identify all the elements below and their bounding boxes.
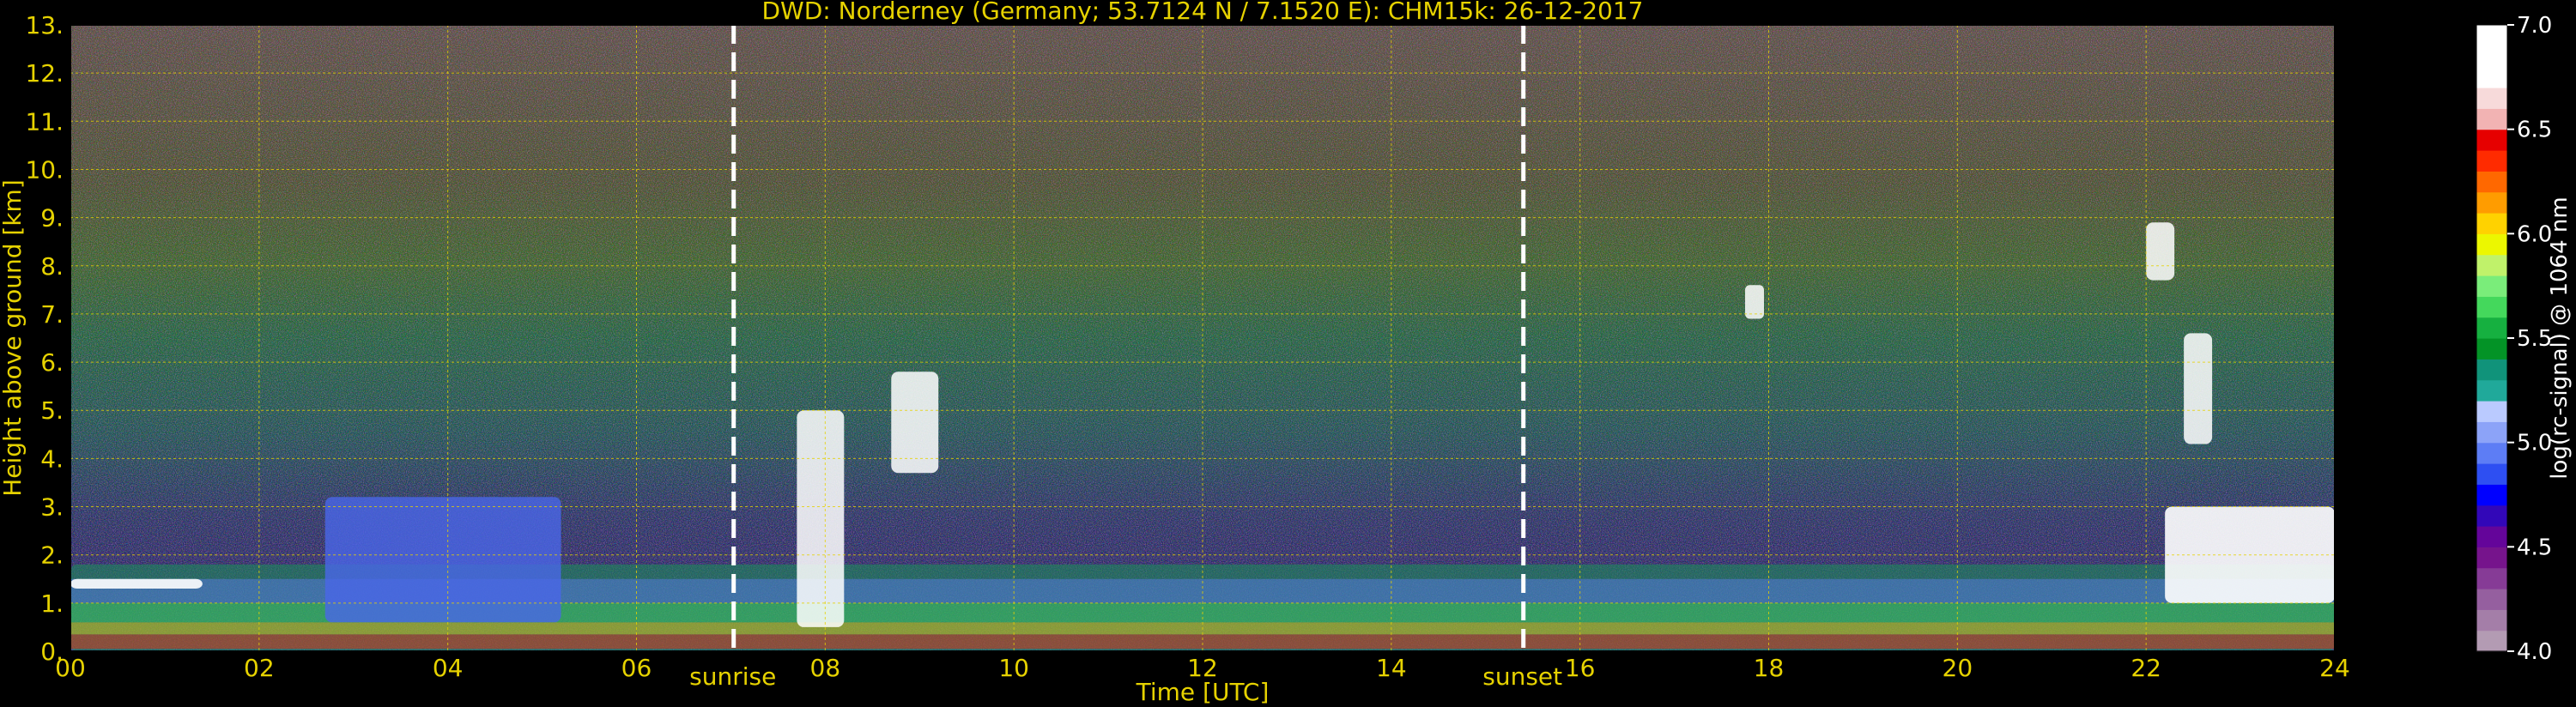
- colorbar-ticks: 4.04.55.05.56.06.57.0: [2507, 13, 2552, 665]
- colorbar-swatch: [2476, 66, 2507, 88]
- y-tick-label: 10.: [25, 155, 64, 184]
- x-tick-label: 20: [1943, 654, 1973, 682]
- colorbar-swatch: [2476, 150, 2507, 172]
- colorbar-swatch: [2476, 463, 2507, 485]
- feature-low_cloud_top: [70, 578, 203, 589]
- colorbar-tick-label: 4.0: [2517, 639, 2552, 665]
- colorbar-swatch: [2476, 317, 2507, 339]
- feature-high_cloud: [891, 372, 939, 474]
- colorbar-tick-label: 6.5: [2517, 118, 2552, 143]
- y-tick-label: 5.: [40, 396, 64, 425]
- y-tick-label: 6.: [40, 348, 64, 377]
- y-tick-label: 13.: [25, 11, 64, 39]
- y-tick-label: 2.: [40, 541, 64, 570]
- colorbar-tick-label: 4.5: [2517, 535, 2552, 560]
- y-tick-label: 12.: [25, 59, 64, 88]
- x-tick-label: 08: [810, 654, 841, 682]
- colorbar-swatch: [2476, 484, 2507, 506]
- colorbar-tick-label: 7.0: [2517, 13, 2552, 39]
- colorbar-swatch: [2476, 171, 2507, 193]
- colorbar-swatch: [2476, 129, 2507, 151]
- colorbar-swatch: [2476, 254, 2507, 276]
- y-tick-label: 1.: [40, 589, 64, 618]
- y-axis-label: Height above ground [km]: [0, 179, 27, 497]
- colorbar-swatch: [2476, 213, 2507, 234]
- colorbar-swatch: [2476, 630, 2507, 652]
- x-tick-label: 22: [2131, 654, 2161, 682]
- feature-high_cloud: [2184, 333, 2213, 444]
- y-tick-label: 4.: [40, 444, 64, 473]
- y-tick-label: 7.: [40, 300, 64, 329]
- sun-marker-label: sunrise: [689, 662, 776, 691]
- feature-mid_cloud: [324, 497, 561, 623]
- feature-aerosol-band: [70, 634, 2335, 650]
- colorbar-label: log(rc-signal) @ 1064 nm: [2547, 196, 2573, 479]
- colorbar-swatch: [2476, 609, 2507, 631]
- colorbar-swatch: [2476, 547, 2507, 569]
- colorbar-swatch: [2476, 25, 2507, 46]
- ceilometer-chart: sunrise sunset 00 02 04 06 08 10 12 14 16 18 20 22 24…: [0, 0, 2573, 706]
- colorbar-swatch: [2476, 401, 2507, 422]
- plot-area: sunrise sunset: [70, 24, 2336, 691]
- sun-marker-label: sunset: [1482, 662, 1562, 691]
- colorbar-swatch: [2476, 526, 2507, 547]
- colorbar-swatch: [2476, 233, 2507, 256]
- x-tick-label: 24: [2319, 654, 2350, 682]
- x-tick-label: 02: [244, 654, 275, 682]
- y-tick-label: 0.: [40, 638, 64, 666]
- y-axis: 0. 1. 2. 3. 4. 5. 6. 7. 8. 9. 10. 11. 12. 13.: [25, 11, 64, 666]
- y-tick-label: 8.: [40, 252, 64, 281]
- colorbar-swatch: [2476, 421, 2507, 444]
- chart-title: DWD: Norderney (Germany; 53.7124 N / 7.1…: [761, 0, 1643, 25]
- colorbar-swatch: [2476, 338, 2507, 360]
- colorbar-swatch: [2476, 88, 2507, 109]
- y-tick-label: 3.: [40, 493, 64, 522]
- y-tick-label: 11.: [25, 107, 64, 136]
- colorbar-swatch: [2476, 359, 2507, 381]
- x-tick-label: 06: [621, 654, 652, 682]
- y-tick-label: 9.: [40, 204, 64, 233]
- feature-high_cloud: [797, 410, 845, 627]
- colorbar-swatch: [2476, 589, 2507, 610]
- colorbar-swatch: [2476, 296, 2507, 318]
- colorbar-swatch: [2476, 567, 2507, 589]
- x-tick-label: 04: [433, 654, 464, 682]
- colorbar-swatch: [2476, 275, 2507, 297]
- colorbar-swatch: [2476, 379, 2507, 402]
- colorbar-swatch: [2476, 191, 2507, 214]
- x-tick-label: 16: [1565, 654, 1596, 682]
- colorbar-swatch: [2476, 108, 2507, 130]
- colorbar-swatch: [2476, 442, 2507, 464]
- colorbar: 4.04.55.05.56.06.57.0 log(rc-signal) @ 1…: [2476, 13, 2573, 665]
- x-tick-label: 14: [1376, 654, 1407, 682]
- x-tick-label: 10: [998, 654, 1029, 682]
- x-tick-label: 18: [1754, 654, 1785, 682]
- colorbar-swatch: [2476, 45, 2507, 68]
- colorbar-swatches: [2476, 25, 2507, 652]
- x-axis-label: Time [UTC]: [1136, 678, 1270, 706]
- feature-high_cloud: [2146, 222, 2175, 281]
- colorbar-swatch: [2476, 505, 2507, 527]
